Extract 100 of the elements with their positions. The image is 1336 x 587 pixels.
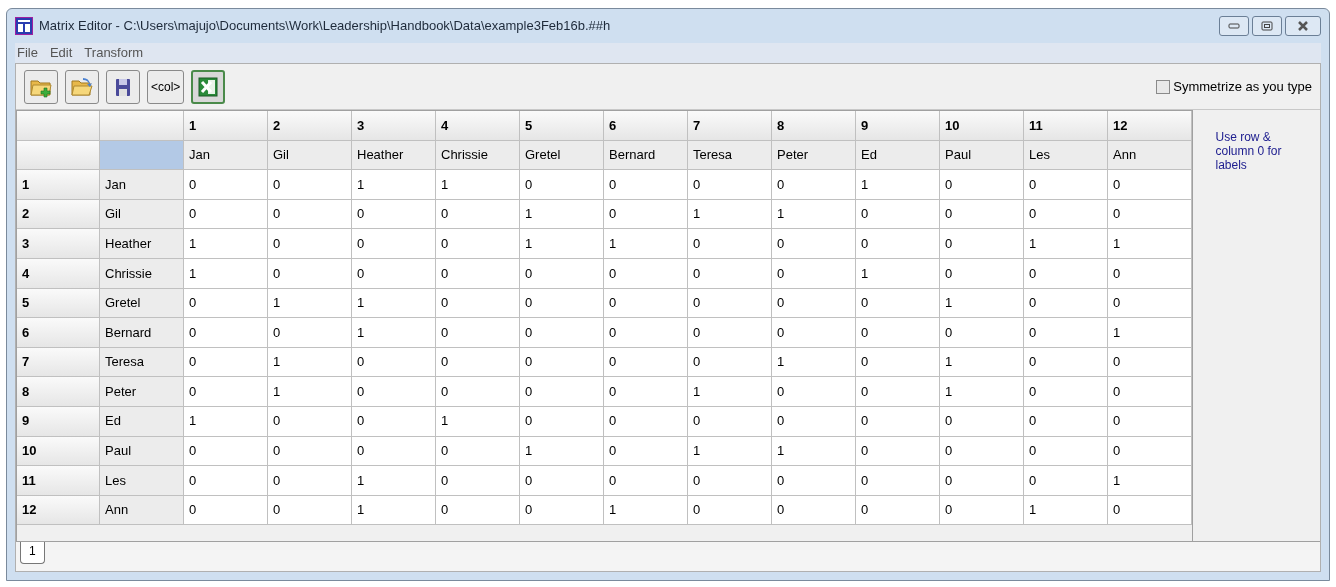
- table-cell: 1: [688, 377, 772, 407]
- table-cell: 0: [1024, 466, 1108, 496]
- column-header: 5: [520, 111, 604, 141]
- row-header: 1: [17, 170, 100, 200]
- table-cell: 0: [1024, 377, 1108, 407]
- column-label-cell: Jan: [184, 140, 268, 171]
- table-cell: 0: [268, 406, 352, 437]
- table-cell: 0: [1024, 288, 1108, 319]
- table-cell: 1: [940, 288, 1024, 319]
- table-cell: 0: [688, 406, 772, 437]
- table-cell: 0: [940, 436, 1024, 467]
- table-cell: 0: [856, 318, 940, 348]
- row-label-cell: Teresa: [100, 347, 184, 378]
- window-title: Matrix Editor - C:\Users\majujo\Documents\Work\Leadership\Handbook\Data\example3Feb16b.##h: [39, 17, 611, 36]
- table-cell: 0: [1108, 347, 1192, 378]
- column-header: 4: [436, 111, 520, 141]
- table-cell: 0: [436, 258, 520, 289]
- toolbar-button[interactable]: [24, 69, 58, 104]
- table-cell: 0: [772, 406, 856, 437]
- table-cell: 1: [772, 199, 856, 230]
- table-cell: 1: [520, 199, 604, 230]
- table-cell: 0: [1108, 377, 1192, 407]
- table-cell: 0: [604, 199, 688, 230]
- symmetrize-checkbox[interactable]: [1156, 79, 1171, 94]
- table-cell: 1: [940, 377, 1024, 407]
- table-cell: 0: [604, 288, 688, 319]
- table-cell: 0: [436, 199, 520, 230]
- table-cell: 0: [520, 318, 604, 348]
- table-cell: 0: [1108, 288, 1192, 319]
- table-cell: 0: [520, 377, 604, 407]
- menu-item[interactable]: File: [17, 43, 38, 63]
- table-cell: 0: [1108, 170, 1192, 200]
- table-cell: 1: [352, 318, 436, 348]
- table-cell: 1: [352, 495, 436, 526]
- table-cell: 1: [604, 495, 688, 526]
- table-cell: 0: [184, 495, 268, 526]
- column-header: 8: [772, 111, 856, 141]
- row-header: 2: [17, 199, 100, 230]
- maximize-button[interactable]: [1252, 16, 1282, 36]
- column-header: 1: [184, 111, 268, 141]
- column-label-cell: Les: [1024, 140, 1108, 171]
- table-cell: 1: [940, 347, 1024, 378]
- table-cell: 0: [436, 495, 520, 526]
- minimize-button[interactable]: [1219, 16, 1249, 36]
- table-cell: 0: [604, 170, 688, 200]
- table-cell: 0: [352, 436, 436, 467]
- table-cell: 1: [772, 347, 856, 378]
- toolbar-button[interactable]: [191, 69, 226, 104]
- table-cell: 1: [1024, 229, 1108, 259]
- column-label-cell: Paul: [940, 140, 1024, 171]
- table-cell: 0: [856, 436, 940, 467]
- column-label-cell: Chrissie: [436, 140, 520, 171]
- symmetrize-label: Symmetrize as you type: [1173, 77, 1312, 96]
- toolbar-button[interactable]: [65, 69, 99, 104]
- table-cell: 0: [688, 318, 772, 348]
- table-cell: 0: [436, 436, 520, 467]
- table-cell: 0: [772, 229, 856, 259]
- menu-item[interactable]: Edit: [49, 43, 73, 63]
- row-label-cell: Paul: [100, 436, 184, 467]
- table-cell: 1: [184, 406, 268, 437]
- table-cell: 0: [184, 436, 268, 467]
- table-cell: 1: [1108, 466, 1192, 496]
- row-label-cell: Gil: [100, 199, 184, 230]
- table-cell: 0: [436, 347, 520, 378]
- menu-item[interactable]: Transform: [84, 43, 144, 63]
- toolbar-button[interactable]: [106, 69, 140, 104]
- column-header: 12: [1108, 111, 1192, 141]
- table-cell: 0: [352, 229, 436, 259]
- table-cell: 0: [352, 377, 436, 407]
- row-label-cell: Ed: [100, 406, 184, 437]
- table-cell: 0: [604, 318, 688, 348]
- table-cell: 0: [940, 406, 1024, 437]
- table-cell: 0: [688, 347, 772, 378]
- table-cell: 0: [520, 466, 604, 496]
- close-icon: [1297, 21, 1309, 31]
- close-button[interactable]: [1285, 16, 1321, 36]
- table-cell: 0: [268, 436, 352, 467]
- table-cell: 1: [352, 170, 436, 200]
- row-label-cell: Jan: [100, 170, 184, 200]
- row-header: 11: [17, 466, 100, 496]
- table-cell: 0: [856, 406, 940, 437]
- column-button[interactable]: <col>: [147, 69, 185, 104]
- row-label-cell: Chrissie: [100, 258, 184, 289]
- table-cell: 0: [940, 229, 1024, 259]
- table-cell: 0: [184, 377, 268, 407]
- table-cell: 1: [688, 199, 772, 230]
- table-cell: 0: [352, 347, 436, 378]
- table-cell: 1: [604, 229, 688, 259]
- table-cell: 1: [352, 288, 436, 319]
- table-cell: 0: [184, 318, 268, 348]
- sheet-tab[interactable]: 1: [20, 542, 45, 564]
- column-header: 7: [688, 111, 772, 141]
- minimize-icon: [1228, 23, 1240, 29]
- maximize-icon: [1261, 21, 1273, 31]
- table-cell: 0: [772, 170, 856, 200]
- table-cell: 1: [856, 170, 940, 200]
- table-cell: 0: [688, 495, 772, 526]
- table-cell: 0: [436, 377, 520, 407]
- row-header: 8: [17, 377, 100, 407]
- table-cell: 1: [436, 170, 520, 200]
